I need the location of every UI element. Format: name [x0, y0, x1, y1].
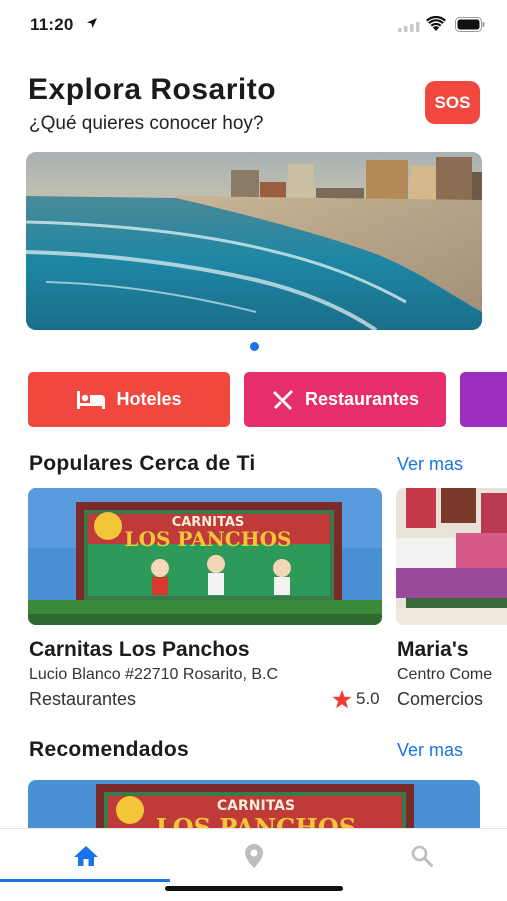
- page-subtitle: ¿Qué quieres conocer hoy?: [29, 113, 264, 134]
- tab-search[interactable]: [407, 841, 437, 871]
- place-name: Carnitas Los Panchos: [29, 638, 250, 661]
- place-category: Comercios: [397, 689, 484, 709]
- wifi-icon: [426, 16, 446, 31]
- battery-icon: [455, 17, 485, 32]
- location-pin-icon: [245, 844, 263, 868]
- place-card-image[interactable]: CARNITAS LOS PANCHOS: [28, 488, 382, 625]
- tab-map[interactable]: [239, 841, 269, 871]
- recommended-see-more-link[interactable]: Ver mas: [397, 740, 463, 761]
- place-address: Lucio Blanco #22710 Rosarito, B.C: [29, 666, 279, 683]
- fork-knife-icon: [272, 389, 293, 410]
- place-address: Centro Come: [397, 666, 493, 683]
- category-button-restaurantes[interactable]: Restaurantes: [244, 372, 446, 427]
- market-stall-photo: [396, 488, 507, 625]
- restaurant-sign-photo: CARNITAS LOS PANCHOS: [28, 488, 382, 625]
- beach-photo: [26, 152, 482, 330]
- search-icon: [411, 845, 433, 867]
- category-button-hoteles[interactable]: Hoteles: [28, 372, 230, 427]
- status-time: 11:20: [30, 15, 74, 34]
- sign-main-text: LOS PANCHOS: [125, 527, 292, 551]
- active-tab-indicator: [0, 879, 170, 882]
- section-title-recommended: Recomendados: [29, 738, 189, 761]
- signal-icon: [398, 22, 420, 32]
- sos-button[interactable]: SOS: [425, 81, 480, 124]
- rating-value: 5.0: [356, 689, 380, 708]
- home-indicator[interactable]: [165, 886, 343, 891]
- place-card-image[interactable]: [396, 488, 507, 625]
- popular-see-more-link[interactable]: Ver mas: [397, 454, 463, 475]
- category-button-more[interactable]: [460, 372, 507, 427]
- sign-top-text: CARNITAS: [217, 798, 295, 814]
- place-rating: 5.0: [332, 689, 380, 709]
- bottom-tab-bar: [0, 828, 507, 901]
- bed-icon: [77, 390, 106, 409]
- location-arrow-icon: [87, 18, 97, 28]
- hero-carousel[interactable]: [26, 152, 482, 330]
- carousel-page-dot[interactable]: [250, 342, 259, 351]
- status-bar: 11:20: [0, 0, 507, 50]
- section-title-popular: Populares Cerca de Ti: [29, 452, 256, 475]
- place-name: Maria's: [397, 638, 469, 661]
- star-icon: [332, 689, 352, 708]
- home-icon: [74, 846, 98, 866]
- page-title: Explora Rosarito: [28, 73, 277, 106]
- place-category: Restaurantes: [29, 689, 137, 709]
- category-label: Hoteles: [116, 389, 182, 409]
- tab-home[interactable]: [71, 841, 101, 871]
- category-label: Restaurantes: [304, 389, 420, 409]
